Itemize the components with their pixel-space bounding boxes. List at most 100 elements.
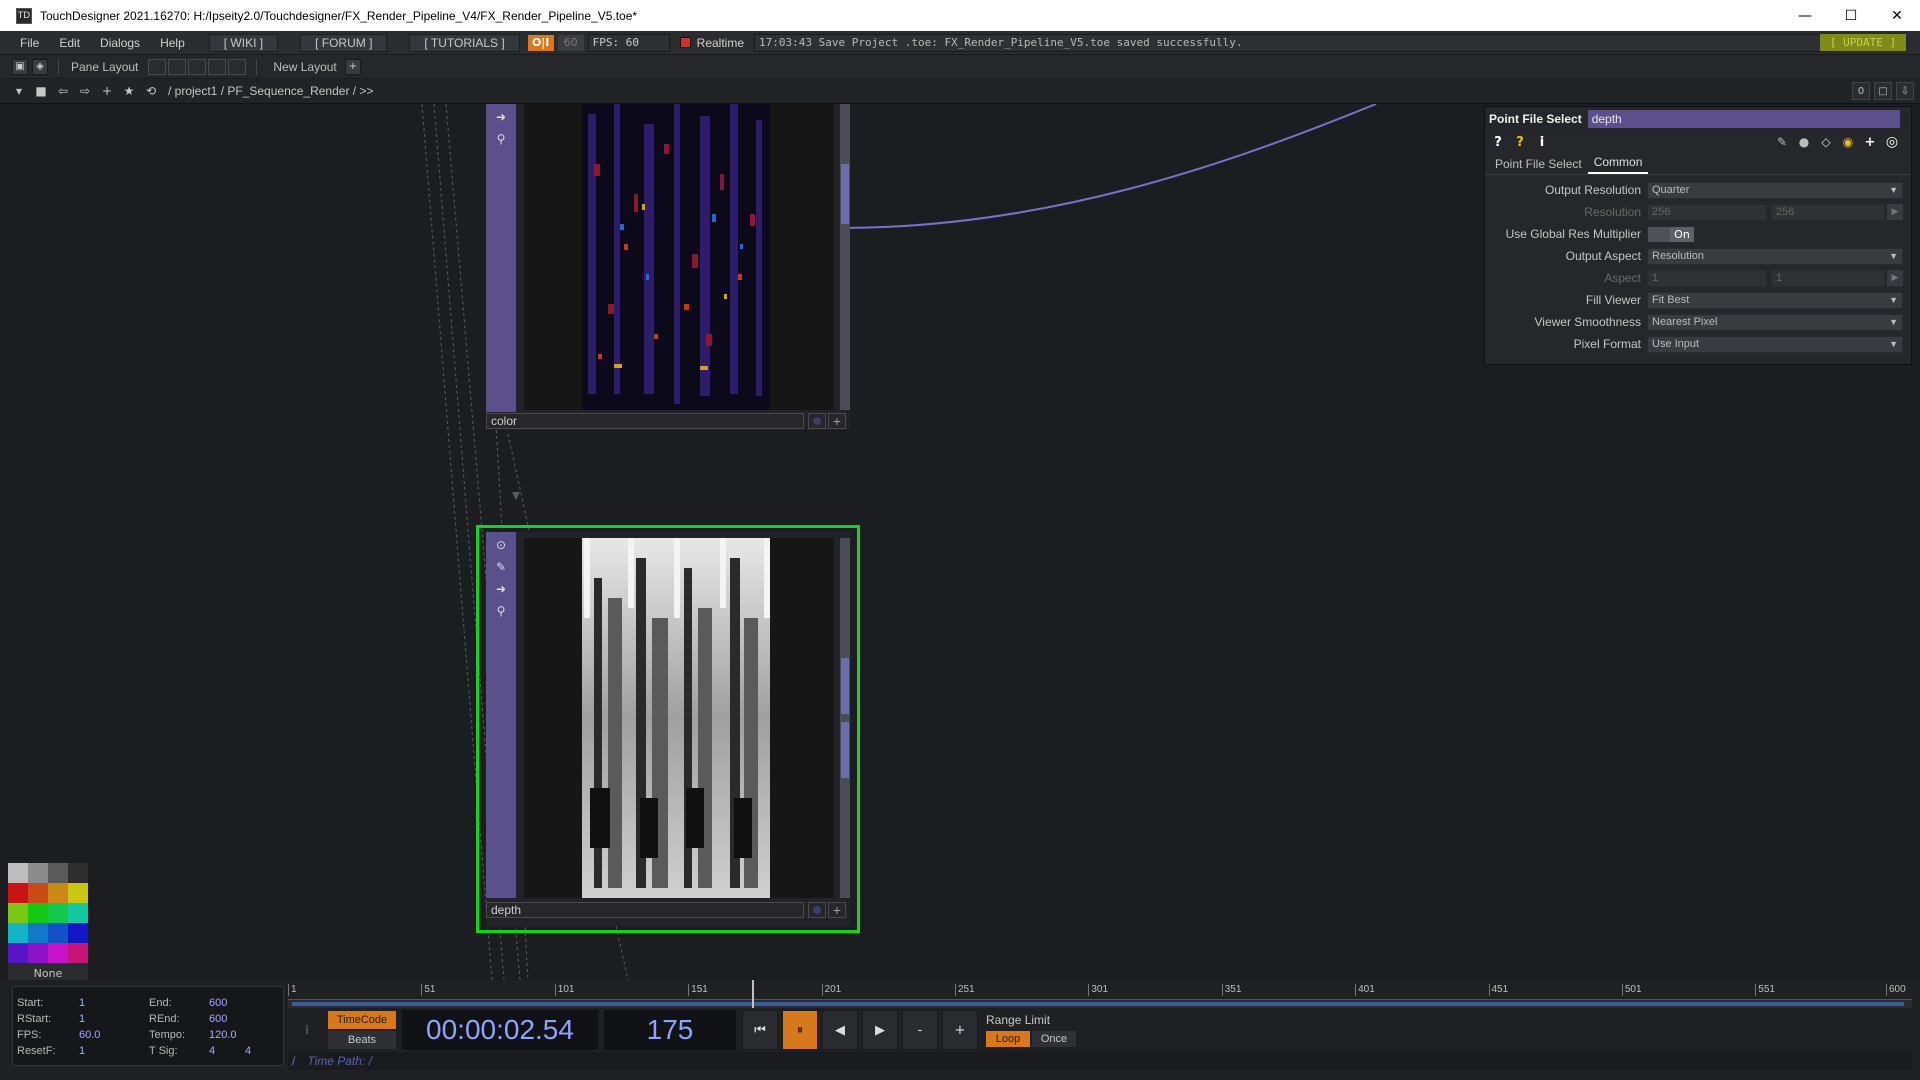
- palette-swatch[interactable]: [8, 903, 28, 923]
- expand-arrow-icon[interactable]: ▶: [1887, 270, 1903, 286]
- refresh-icon[interactable]: ⟲: [142, 82, 160, 100]
- maximize-button[interactable]: ☐: [1828, 0, 1874, 31]
- palette-swatch[interactable]: [68, 863, 88, 883]
- palette-swatch[interactable]: [28, 903, 48, 923]
- tutorials-button[interactable]: [ TUTORIALS ]: [409, 33, 520, 52]
- resetf-value[interactable]: 1: [79, 1045, 85, 1057]
- pane-menu-chevron-down-icon[interactable]: ▾: [10, 82, 28, 100]
- node-color[interactable]: ➜ ⚲ color +: [486, 104, 850, 430]
- home-plus-icon[interactable]: +: [98, 82, 116, 100]
- palette-swatch[interactable]: [48, 923, 68, 943]
- viewer-smoothness-dropdown[interactable]: Nearest Pixel ▼: [1647, 313, 1903, 331]
- layout-split-horizontal-button[interactable]: [188, 58, 207, 75]
- output-resolution-dropdown[interactable]: Quarter ▼: [1647, 181, 1903, 199]
- rend-value[interactable]: 600: [209, 1013, 227, 1025]
- node-flag-arrow-icon[interactable]: ➜: [492, 108, 510, 126]
- speed-down-button[interactable]: -: [902, 1010, 938, 1050]
- palette-swatch[interactable]: [28, 923, 48, 943]
- palette-swatch[interactable]: [48, 943, 68, 963]
- palette-swatch[interactable]: [48, 903, 68, 923]
- aspect-x-field[interactable]: 1: [1647, 269, 1767, 287]
- palette-swatch[interactable]: [68, 943, 88, 963]
- end-value[interactable]: 600: [209, 997, 227, 1009]
- pane-options-icon[interactable]: ⇩: [1896, 82, 1914, 100]
- palette-swatch[interactable]: [68, 923, 88, 943]
- menu-file[interactable]: File: [10, 36, 49, 50]
- realtime-checkbox[interactable]: [679, 37, 691, 48]
- back-arrow-icon[interactable]: ⇦: [54, 82, 72, 100]
- rewind-to-start-icon[interactable]: ⏮: [742, 1010, 778, 1050]
- comment-bubble-icon[interactable]: ●: [1795, 133, 1813, 151]
- oi-toggle-button[interactable]: O|I: [527, 34, 554, 51]
- tsig-numerator[interactable]: 4: [209, 1045, 215, 1057]
- current-frame-display[interactable]: 175: [604, 1010, 736, 1050]
- node-edit-pen-icon[interactable]: ✎: [492, 558, 510, 576]
- layout-single-button[interactable]: [148, 58, 167, 75]
- forward-arrow-icon[interactable]: ⇨: [76, 82, 94, 100]
- playhead[interactable]: [752, 980, 755, 1008]
- edit-pencil-icon[interactable]: ✎: [1773, 133, 1791, 151]
- start-value[interactable]: 1: [79, 997, 85, 1009]
- aspect-y-field[interactable]: 1: [1771, 269, 1885, 287]
- menu-dialogs[interactable]: Dialogs: [90, 36, 150, 50]
- timecode-display[interactable]: 00:00:02.54: [402, 1010, 598, 1050]
- bookmark-star-icon[interactable]: ★: [120, 82, 138, 100]
- panel-view-icon[interactable]: ◈: [32, 58, 48, 75]
- layout-three-pane-button[interactable]: [208, 58, 227, 75]
- node-output-plus-icon[interactable]: +: [828, 902, 846, 918]
- palette-swatch[interactable]: [8, 923, 28, 943]
- node-viewer-scrollbar[interactable]: [840, 538, 850, 898]
- rstart-value[interactable]: 1: [79, 1013, 85, 1025]
- tab-common[interactable]: Common: [1587, 155, 1649, 174]
- time-path-root[interactable]: /: [292, 1054, 295, 1068]
- menu-help[interactable]: Help: [150, 36, 195, 50]
- help-question-icon[interactable]: ?: [1489, 133, 1507, 151]
- pause-icon[interactable]: ⏸: [782, 1010, 818, 1050]
- node-name-label[interactable]: depth: [486, 902, 804, 918]
- target-settings-icon[interactable]: ◎: [1883, 133, 1901, 151]
- expand-arrow-icon[interactable]: ▶: [1887, 204, 1903, 220]
- tsig-denominator[interactable]: 4: [245, 1045, 251, 1057]
- node-viewer-target-icon[interactable]: ⊙: [492, 536, 510, 554]
- add-layout-button[interactable]: +: [344, 58, 361, 75]
- tempo-value[interactable]: 120.0: [209, 1029, 237, 1041]
- forum-button[interactable]: [ FORUM ]: [300, 33, 388, 52]
- timeline-range-bar[interactable]: [288, 1000, 1912, 1008]
- breadcrumb[interactable]: / project1 / PF_Sequence_Render / >>: [168, 84, 373, 98]
- loop-button[interactable]: Loop: [986, 1031, 1030, 1047]
- palette-swatch[interactable]: [28, 883, 48, 903]
- timecode-mode-button[interactable]: TimeCode: [328, 1011, 396, 1029]
- python-help-icon[interactable]: ?: [1511, 133, 1529, 151]
- stop-icon[interactable]: ■: [32, 82, 50, 100]
- node-viewer-scrollbar[interactable]: [840, 104, 850, 410]
- beats-mode-button[interactable]: Beats: [328, 1031, 396, 1049]
- palette-swatch[interactable]: [68, 883, 88, 903]
- layout-four-pane-button[interactable]: [228, 58, 247, 75]
- timeline-options-icon[interactable]: ⁞: [288, 1010, 326, 1050]
- palette-swatch[interactable]: [28, 863, 48, 883]
- palette-swatch[interactable]: [48, 883, 68, 903]
- copy-params-icon[interactable]: ◇: [1817, 133, 1835, 151]
- menu-edit[interactable]: Edit: [49, 36, 90, 50]
- node-name-label[interactable]: color: [486, 413, 804, 429]
- resolution-h-field[interactable]: 256: [1771, 203, 1885, 221]
- node-bypass-dot-icon[interactable]: [808, 902, 826, 918]
- tab-point-file-select[interactable]: Point File Select: [1489, 157, 1588, 174]
- step-back-icon[interactable]: ◀: [822, 1010, 858, 1050]
- palette-swatch[interactable]: [28, 943, 48, 963]
- node-output-plus-icon[interactable]: +: [828, 413, 846, 429]
- pixel-format-dropdown[interactable]: Use Input ▼: [1647, 335, 1903, 353]
- operator-name-field[interactable]: depth: [1587, 110, 1900, 128]
- palette-swatch[interactable]: [48, 863, 68, 883]
- python-icon[interactable]: ◉: [1839, 133, 1857, 151]
- step-forward-icon[interactable]: ▶: [862, 1010, 898, 1050]
- fps-cap-button[interactable]: 60: [557, 34, 584, 51]
- node-flag-arrow-icon[interactable]: ➜: [492, 580, 510, 598]
- network-view-icon[interactable]: ▣: [12, 58, 28, 75]
- once-button[interactable]: Once: [1032, 1031, 1076, 1047]
- fps-value[interactable]: 60.0: [79, 1029, 100, 1041]
- resolution-w-field[interactable]: 256: [1647, 203, 1767, 221]
- close-button[interactable]: ✕: [1874, 0, 1920, 31]
- palette-swatch[interactable]: [8, 883, 28, 903]
- output-aspect-dropdown[interactable]: Resolution ▼: [1647, 247, 1903, 265]
